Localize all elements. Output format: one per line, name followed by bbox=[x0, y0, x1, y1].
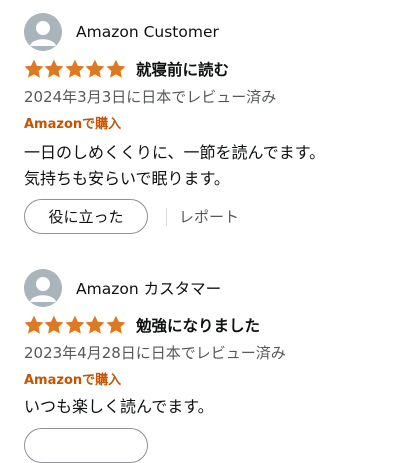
verified-purchase-badge: Amazonで購入 bbox=[24, 373, 122, 388]
verified-purchase-badge: Amazonで購入 bbox=[24, 117, 122, 132]
review-body-line: 一日のしめくくりに、一節を読んでます。 bbox=[24, 143, 326, 162]
star-icon bbox=[24, 59, 44, 78]
report-link[interactable]: レポート bbox=[179, 206, 239, 227]
reviewer-name: Amazon Customer bbox=[76, 23, 219, 41]
avatar-icon bbox=[24, 13, 62, 51]
review-body-line: いつも楽しく読んでます。 bbox=[24, 397, 214, 416]
star-icon bbox=[44, 315, 64, 334]
rating-row: 勉強になりました bbox=[24, 314, 260, 336]
review-date: 2024年3月3日に日本でレビュー済み bbox=[24, 88, 277, 106]
star-icon bbox=[85, 59, 105, 78]
review-title[interactable]: 就寝前に読む bbox=[136, 58, 229, 80]
star-icon bbox=[24, 315, 44, 334]
star-rating[interactable] bbox=[24, 315, 126, 335]
star-icon bbox=[65, 59, 85, 78]
review-actions: 役に立った レポート bbox=[24, 199, 239, 234]
review-body-line: 気持ちも安らいで眠ります。 bbox=[24, 169, 230, 188]
review-title[interactable]: 勉強になりました bbox=[136, 314, 260, 336]
review-body: いつも楽しく読んでます。 bbox=[24, 394, 394, 420]
star-rating[interactable] bbox=[24, 59, 126, 79]
reviewer-profile[interactable]: Amazon Customer bbox=[24, 13, 219, 51]
review-body: 一日のしめくくりに、一節を読んでます。 気持ちも安らいで眠ります。 bbox=[24, 140, 394, 192]
star-icon bbox=[44, 59, 64, 78]
reviewer-profile[interactable]: Amazon カスタマー bbox=[24, 269, 221, 307]
avatar-icon bbox=[24, 269, 62, 307]
review-date: 2023年4月28日に日本でレビュー済み bbox=[24, 344, 286, 362]
reviewer-name: Amazon カスタマー bbox=[76, 280, 222, 298]
helpful-button[interactable] bbox=[24, 428, 148, 463]
star-icon bbox=[106, 59, 126, 78]
star-icon bbox=[106, 315, 126, 334]
divider bbox=[166, 207, 167, 226]
helpful-button[interactable]: 役に立った bbox=[24, 199, 148, 234]
star-icon bbox=[65, 315, 85, 334]
rating-row: 就寝前に読む bbox=[24, 58, 229, 80]
star-icon bbox=[85, 315, 105, 334]
